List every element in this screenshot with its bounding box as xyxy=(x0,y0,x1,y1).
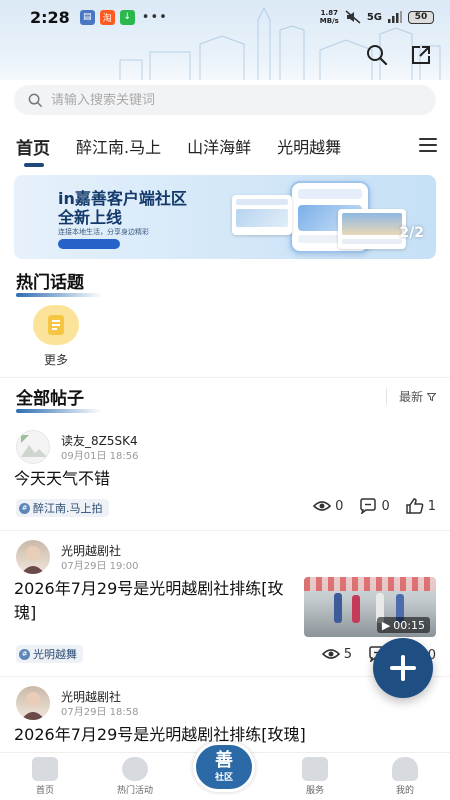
net-speed: 1.87 MB/s xyxy=(320,9,339,25)
mute-icon xyxy=(345,10,361,24)
search-input[interactable] xyxy=(51,92,351,108)
banner-subtitle: 连接本地生活，分享身边精彩 xyxy=(58,228,149,236)
post-tag-label: 醉江南.马上拍 xyxy=(33,502,103,515)
likes-count: 1 xyxy=(427,498,436,514)
views-count: 5 xyxy=(343,646,352,662)
eye-icon xyxy=(313,501,332,511)
net-speed-value: 1.87 xyxy=(320,9,338,17)
topic-tag-icon: # xyxy=(19,648,30,660)
avatar[interactable] xyxy=(16,540,50,574)
promo-banner[interactable]: in嘉善客户端社区 全新上线 连接本地生活，分享身边精彩 2/2 xyxy=(14,175,436,259)
post-title: 2026年7月29号是光明越剧社排练[玫瑰] xyxy=(14,579,284,622)
post-title: 2026年7月29号是光明越剧社排练[玫瑰] xyxy=(14,725,306,744)
category-tabs: 首页 醉江南.马上 山洋海鲜 光明越舞 xyxy=(0,130,450,167)
net-speed-unit: MB/s xyxy=(319,17,339,25)
comment-icon xyxy=(360,498,377,514)
status-time: 2:28 xyxy=(30,7,70,27)
home-icon xyxy=(32,757,58,781)
comments-count: 0 xyxy=(381,498,390,514)
nav-mine[interactable]: 我的 xyxy=(375,757,435,796)
views-stat: 0 xyxy=(313,498,343,514)
plus-icon xyxy=(390,655,416,681)
video-duration-badge: ▶ 00:15 xyxy=(376,617,430,633)
banner-title-line1: in嘉善客户端社区 xyxy=(58,189,187,208)
message-icon: ▤ xyxy=(79,9,95,25)
banner-page-counter: 2/2 xyxy=(399,225,424,241)
search-bar[interactable] xyxy=(14,85,436,115)
post-tag-label: 光明越舞 xyxy=(33,648,77,661)
post-time: 09月01日 18:56 xyxy=(61,451,139,462)
views-count: 0 xyxy=(335,498,344,514)
banner-card-left xyxy=(232,195,292,235)
profile-icon xyxy=(392,757,418,781)
more-notifications-icon: ••• xyxy=(141,9,168,25)
banner-card-right xyxy=(338,209,406,249)
post-divider xyxy=(0,530,450,531)
status-right: 1.87 MB/s 5G 50 xyxy=(320,9,434,25)
tab-guangming-yuewu[interactable]: 光明越舞 xyxy=(277,134,341,158)
post-tag[interactable]: # 醉江南.马上拍 xyxy=(16,499,109,517)
nav-activities-label: 热门活动 xyxy=(116,786,153,796)
banner-title-line2: 全新上线 xyxy=(58,208,123,227)
download-icon: ↓ xyxy=(119,9,135,25)
search-field-icon xyxy=(28,93,43,107)
likes-stat[interactable]: 1 xyxy=(405,498,436,514)
sort-dropdown[interactable]: 最新 xyxy=(385,388,436,405)
nav-home-label: 首页 xyxy=(35,786,54,796)
avatar[interactable] xyxy=(16,430,50,464)
services-icon xyxy=(302,757,328,781)
activities-icon xyxy=(122,757,148,781)
community-logo-icon: 善 xyxy=(215,749,233,771)
topic-tag-icon: # xyxy=(19,502,30,514)
share-icon[interactable] xyxy=(410,44,432,66)
nav-services[interactable]: 服务 xyxy=(285,757,345,796)
thumbs-up-icon xyxy=(405,498,424,514)
banner-title: in嘉善客户端社区 全新上线 xyxy=(58,189,187,227)
signal-label: 5G xyxy=(366,11,382,23)
nav-community-label: 社区 xyxy=(214,772,233,783)
signal-bars-icon xyxy=(388,11,402,23)
tab-zuijiangnan[interactable]: 醉江南.马上 xyxy=(76,134,161,158)
tabs-menu-icon[interactable] xyxy=(419,138,437,152)
post-title: 今天天气不错 xyxy=(14,469,111,488)
video-duration: 00:15 xyxy=(393,618,425,632)
all-posts-title: 全部帖子 xyxy=(16,384,102,413)
nav-community[interactable]: 善 社区 xyxy=(193,742,255,792)
avatar[interactable] xyxy=(16,686,50,720)
nav-mine-label: 我的 xyxy=(395,786,414,796)
filter-icon xyxy=(427,392,436,401)
section-divider xyxy=(0,377,450,378)
tab-home[interactable]: 首页 xyxy=(16,134,50,167)
play-icon: ▶ xyxy=(381,618,391,632)
sort-label: 最新 xyxy=(398,390,423,404)
hot-topics-more[interactable]: 更多 xyxy=(32,305,80,368)
banner-cta-pill xyxy=(58,239,120,249)
hot-topics-title: 热门话题 xyxy=(16,268,102,297)
nav-home[interactable]: 首页 xyxy=(15,757,75,796)
eye-icon xyxy=(321,649,340,659)
status-bar: 2:28 ▤ 淘 ↓ ••• 1.87 MB/s 5G 50 xyxy=(0,0,450,34)
create-post-button[interactable] xyxy=(373,638,433,698)
post-time: 07月29日 18:58 xyxy=(61,707,139,718)
notification-icons: ▤ 淘 ↓ ••• xyxy=(79,9,168,25)
nav-hot-activities[interactable]: 热门活动 xyxy=(105,757,165,796)
nav-services-label: 服务 xyxy=(305,786,324,796)
taobao-icon: 淘 xyxy=(99,9,115,25)
post-tag[interactable]: # 光明越舞 xyxy=(16,645,83,663)
tab-shanyang-seafood[interactable]: 山洋海鲜 xyxy=(187,134,251,158)
header-actions xyxy=(366,44,432,66)
views-stat: 5 xyxy=(321,646,352,662)
comments-stat[interactable]: 0 xyxy=(359,498,390,514)
post-stats: 0 0 1 xyxy=(297,498,436,514)
search-icon[interactable] xyxy=(366,44,388,66)
post-video-thumbnail[interactable]: ▶ 00:15 xyxy=(304,577,436,637)
post-time: 07月29日 19:00 xyxy=(61,561,139,572)
more-topics-label: 更多 xyxy=(43,353,68,367)
more-topics-icon xyxy=(33,305,79,345)
battery-icon: 50 xyxy=(408,10,434,24)
